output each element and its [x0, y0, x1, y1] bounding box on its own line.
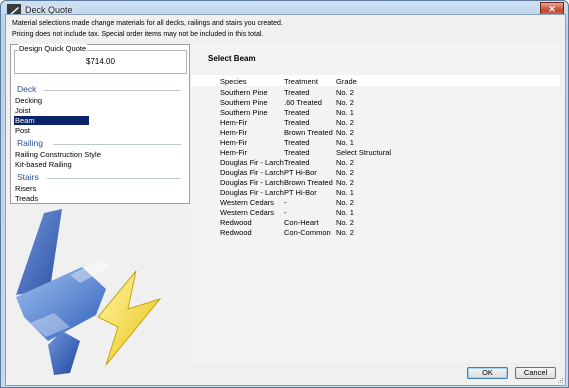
category-item-post[interactable]: Post: [14, 126, 89, 135]
table-row[interactable]: Douglas Fir - Larch Brown Treated No. 2: [191, 178, 560, 188]
cell-treatment: Treated: [284, 158, 310, 167]
notice-line: Material selections made change material…: [12, 20, 283, 27]
category-header-railing: Railing: [17, 138, 43, 148]
cell-treatment: PT Hi-Bor: [284, 188, 317, 197]
beam-selection-panel: Select Beam Species Treatment Grade Sout…: [191, 44, 560, 362]
table-row[interactable]: Hem-Fir Brown Treated No. 2: [191, 128, 560, 138]
cell-treatment: -: [284, 198, 287, 207]
ok-button[interactable]: OK: [467, 367, 508, 379]
cell-treatment: Treated: [284, 88, 310, 97]
cell-grade: No. 2: [336, 178, 354, 187]
cell-grade: Select Structural: [336, 148, 392, 157]
cell-grade: No. 1: [336, 188, 354, 197]
cell-species: Southern Pine: [220, 98, 268, 107]
cell-species: Southern Pine: [220, 88, 268, 97]
dialog-body: Material selections made change material…: [5, 14, 566, 386]
cell-species: Redwood: [220, 228, 252, 237]
resize-grip-icon[interactable]: [556, 376, 564, 384]
table-header: Species Treatment Grade: [191, 75, 560, 86]
cell-grade: No. 2: [336, 98, 354, 107]
category-item-railing-style[interactable]: Railing Construction Style: [14, 150, 124, 159]
quick-quote-group: Design Quick Quote $714.00: [14, 44, 187, 74]
table-row[interactable]: Southern Pine Treated No. 1: [191, 108, 560, 118]
category-divider: [43, 90, 181, 91]
cell-species: Hem-Fir: [220, 118, 248, 127]
table-row[interactable]: Hem-Fir Treated No. 1: [191, 138, 560, 148]
cell-grade: No. 2: [336, 168, 354, 177]
cell-species: Southern Pine: [220, 108, 268, 117]
table-row[interactable]: Redwood Con-Common No. 2: [191, 228, 560, 238]
cell-species: Western Cedars: [220, 198, 275, 207]
column-header-grade[interactable]: Grade: [336, 77, 357, 86]
cell-treatment: .60 Treated: [284, 98, 322, 107]
table-row[interactable]: Southern Pine .60 Treated No. 2: [191, 98, 560, 108]
category-item-beam[interactable]: Beam: [14, 116, 89, 125]
category-item-risers[interactable]: Risers: [14, 184, 89, 193]
column-header-species[interactable]: Species: [220, 77, 247, 86]
cell-treatment: Con-Common: [284, 228, 331, 237]
cell-grade: No. 2: [336, 128, 354, 137]
cell-treatment: Treated: [284, 148, 310, 157]
category-header-stairs: Stairs: [17, 172, 39, 182]
cell-grade: No. 2: [336, 198, 354, 207]
category-item-joist[interactable]: Joist: [14, 106, 89, 115]
cell-treatment: Con-Heart: [284, 218, 319, 227]
cell-treatment: Treated: [284, 118, 310, 127]
cell-treatment: Brown Treated: [284, 178, 333, 187]
table-row[interactable]: Hem-Fir Treated Select Structural: [191, 148, 560, 158]
table-row[interactable]: Redwood Con-Heart No. 2: [191, 218, 560, 228]
table-row[interactable]: Douglas Fir - Larch Treated No. 2: [191, 158, 560, 168]
cell-grade: No. 2: [336, 118, 354, 127]
deck-quote-window: Deck Quote ✕ Material selections made ch…: [0, 0, 569, 388]
quick-quote-label: Design Quick Quote: [18, 44, 88, 53]
category-item-decking[interactable]: Decking: [14, 96, 89, 105]
category-divider: [53, 144, 181, 145]
cell-grade: No. 2: [336, 158, 354, 167]
notice-line: Pricing does not include tax. Special or…: [12, 31, 264, 38]
selection-title: Select Beam: [208, 54, 256, 63]
cell-species: Redwood: [220, 218, 252, 227]
table-row[interactable]: Douglas Fir - Larch PT Hi-Bor No. 2: [191, 168, 560, 178]
cell-species: Hem-Fir: [220, 128, 248, 137]
cell-grade: No. 1: [336, 208, 354, 217]
cell-grade: No. 2: [336, 228, 354, 237]
cell-treatment: PT Hi-Bor: [284, 168, 317, 177]
cell-treatment: Treated: [284, 138, 310, 147]
cell-treatment: -: [284, 208, 287, 217]
cell-treatment: Brown Treated: [284, 128, 333, 137]
notice-text: Material selections made change material…: [12, 18, 532, 40]
quick-quote-total: $714.00: [86, 57, 115, 66]
cell-grade: No. 1: [336, 138, 354, 147]
category-header-deck: Deck: [17, 84, 37, 94]
paintbrush-lightning-icon: [16, 209, 162, 375]
table-row[interactable]: Western Cedars - No. 1: [191, 208, 560, 218]
cell-species: Douglas Fir - Larch: [220, 158, 284, 167]
column-header-treatment[interactable]: Treatment: [284, 77, 318, 86]
cell-grade: No. 1: [336, 108, 354, 117]
cell-species: Douglas Fir - Larch: [220, 168, 284, 177]
category-panel: Design Quick Quote $714.00 Deck Decking …: [10, 44, 190, 204]
category-divider: [47, 178, 181, 179]
cell-grade: No. 2: [336, 218, 354, 227]
cell-species: Hem-Fir: [220, 148, 248, 157]
table-row[interactable]: Hem-Fir Treated No. 2: [191, 118, 560, 128]
category-item-kit-railing[interactable]: Kit-based Railing: [14, 160, 89, 169]
cell-species: Douglas Fir - Larch: [220, 178, 284, 187]
cell-grade: No. 2: [336, 88, 354, 97]
cancel-button[interactable]: Cancel: [515, 367, 556, 379]
table-row[interactable]: Douglas Fir - Larch PT Hi-Bor No. 1: [191, 188, 560, 198]
table-row[interactable]: Western Cedars - No. 2: [191, 198, 560, 208]
cell-treatment: Treated: [284, 108, 310, 117]
table-row[interactable]: Southern Pine Treated No. 2: [191, 88, 560, 98]
category-item-treads[interactable]: Treads: [14, 194, 89, 203]
cell-species: Western Cedars: [220, 208, 275, 217]
cell-species: Hem-Fir: [220, 138, 248, 147]
cell-species: Douglas Fir - Larch: [220, 188, 284, 197]
